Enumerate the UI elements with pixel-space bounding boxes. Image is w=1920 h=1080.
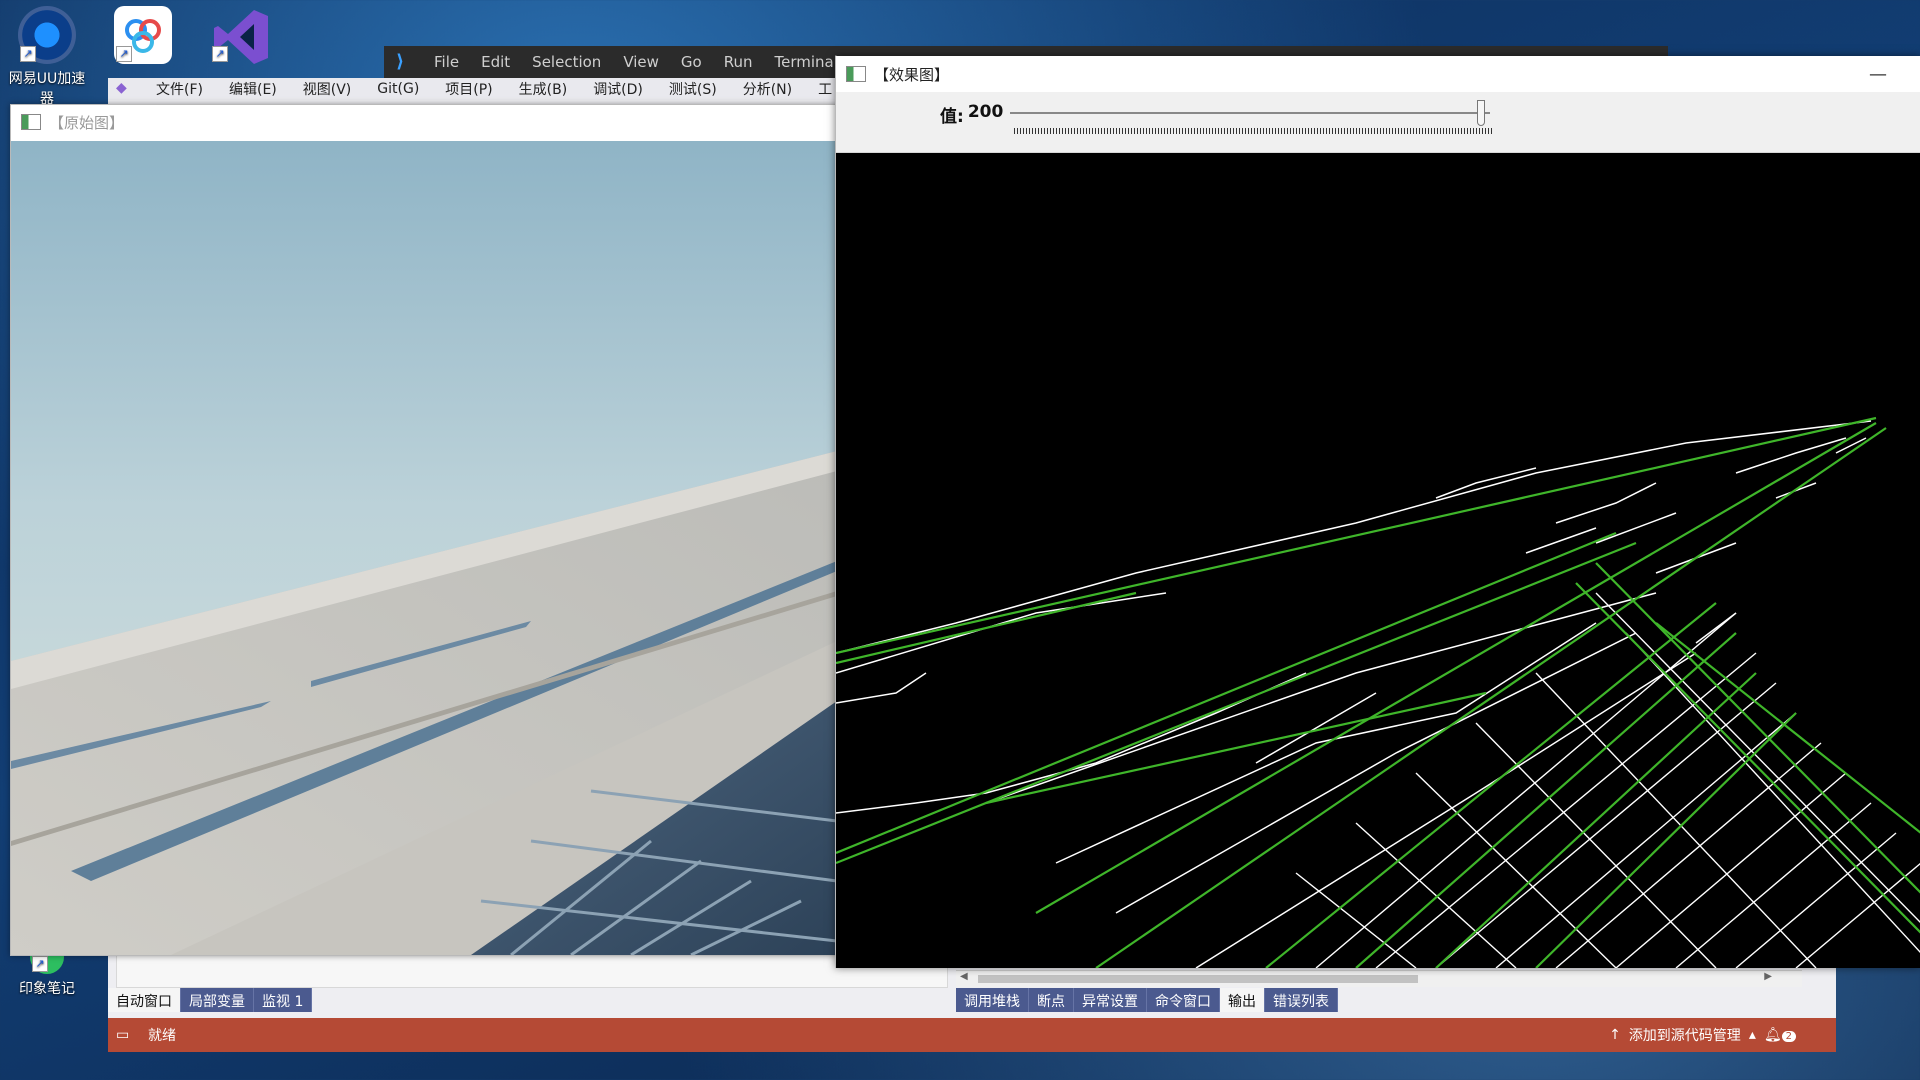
- uu-accelerator-icon: ↗: [18, 6, 76, 64]
- trackbar-thumb[interactable]: [1477, 100, 1485, 126]
- hough-lines: [836, 416, 1920, 968]
- scroll-left-icon[interactable]: ◀: [960, 971, 968, 982]
- trackbar-value: 200: [967, 102, 1004, 122]
- vs-menu-edit[interactable]: 编辑(E): [229, 79, 277, 99]
- baidu-netdisk-icon: ↗: [114, 6, 172, 64]
- tab-exception-settings[interactable]: 异常设置: [1074, 988, 1147, 1012]
- debug-tabs-right: 调用堆栈 断点 异常设置 命令窗口 输出 错误列表: [956, 988, 1338, 1012]
- vscode-menu-view[interactable]: View: [623, 53, 659, 71]
- trackbar-track[interactable]: [1010, 112, 1490, 114]
- window-title: 【原始图】: [49, 113, 125, 132]
- vscode-menu-file[interactable]: File: [434, 53, 459, 71]
- horizontal-scrollbar[interactable]: ◀ ▶: [956, 970, 1802, 987]
- original-image-window[interactable]: 【原始图】: [10, 104, 838, 956]
- desktop-icon-visual-studio[interactable]: ↗: [200, 6, 278, 68]
- tab-command-window[interactable]: 命令窗口: [1147, 988, 1220, 1012]
- upload-arrow-icon: ↑: [1609, 1027, 1621, 1043]
- effect-image: [836, 153, 1920, 968]
- visual-studio-icon: ↗: [210, 6, 268, 64]
- original-image: [11, 141, 837, 955]
- shortcut-arrow-icon: ↗: [212, 46, 228, 62]
- shortcut-arrow-icon: ↗: [32, 956, 48, 972]
- vs-menu-file[interactable]: 文件(F): [156, 79, 203, 99]
- building-photo: [11, 451, 837, 955]
- vs-menu-tools[interactable]: 工: [818, 79, 832, 99]
- window-title: 【效果图】: [874, 65, 950, 84]
- vs-menu-test[interactable]: 测试(S): [669, 79, 717, 99]
- add-to-source-control-button[interactable]: 添加到源代码管理: [1629, 1025, 1741, 1045]
- tab-autos[interactable]: 自动窗口: [108, 988, 181, 1012]
- vs-menu-git[interactable]: Git(G): [377, 81, 419, 97]
- shortcut-arrow-icon: ↗: [116, 46, 132, 62]
- trackbar-label: 值: 200: [940, 102, 1003, 127]
- window-titlebar[interactable]: 【效果图】 —: [836, 56, 1920, 92]
- tab-watch-1[interactable]: 监视 1: [254, 988, 313, 1012]
- status-ready-text: 就绪: [148, 1028, 176, 1044]
- caret-up-icon[interactable]: ▴: [1749, 1027, 1756, 1043]
- desktop-icon-label: 印象笔记: [19, 981, 75, 997]
- vs-menu-build[interactable]: 生成(B): [519, 79, 568, 99]
- vs-menu-debug[interactable]: 调试(D): [593, 79, 643, 99]
- scrollbar-thumb[interactable]: [978, 975, 1418, 983]
- window-app-icon: [21, 114, 41, 130]
- status-bar: ▭ 就绪 ↑ 添加到源代码管理 ▴ 🔔︎ 2: [108, 1018, 1836, 1052]
- hough-lines-render: [836, 416, 1920, 968]
- desktop-icon-label: 网易UU加速器: [8, 71, 86, 107]
- desktop-icon-baidu[interactable]: ↗: [104, 6, 182, 68]
- vs-menu-view[interactable]: 视图(V): [303, 79, 352, 99]
- trackbar-label-text: 值:: [940, 107, 964, 127]
- notification-bell-icon[interactable]: 🔔︎ 2: [1764, 1027, 1796, 1043]
- debug-tabs-left: 自动窗口 局部变量 监视 1: [108, 988, 313, 1012]
- shortcut-arrow-icon: ↗: [20, 46, 36, 62]
- window-app-icon: [846, 66, 866, 82]
- vs-menu-analyze[interactable]: 分析(N): [743, 79, 792, 99]
- vscode-menu-run[interactable]: Run: [724, 53, 753, 71]
- vscode-logo-icon: ⟩: [396, 51, 405, 72]
- vscode-menu-go[interactable]: Go: [681, 53, 702, 71]
- desktop-icon-uu[interactable]: ↗ 网易UU加速器: [8, 6, 86, 108]
- trackbar-panel: 值: 200: [836, 92, 1920, 153]
- vscode-menu-terminal[interactable]: Terminal: [775, 53, 838, 71]
- notification-count: 2: [1781, 1031, 1796, 1042]
- vscode-menu-selection[interactable]: Selection: [532, 53, 601, 71]
- status-ready-icon: ▭: [116, 1027, 130, 1043]
- tab-call-stack[interactable]: 调用堆栈: [956, 988, 1029, 1012]
- minimize-button[interactable]: —: [1869, 64, 1887, 85]
- tab-breakpoints[interactable]: 断点: [1029, 988, 1074, 1012]
- vscode-menu-edit[interactable]: Edit: [481, 53, 510, 71]
- vs-logo-icon: ◆: [116, 80, 127, 96]
- tab-error-list[interactable]: 错误列表: [1265, 988, 1338, 1012]
- scroll-right-icon[interactable]: ▶: [1764, 971, 1772, 982]
- trackbar-ticks: [1014, 128, 1492, 134]
- window-titlebar[interactable]: 【原始图】: [11, 105, 837, 139]
- effect-image-window[interactable]: 【效果图】 — 值: 200: [835, 56, 1920, 968]
- building-grid-edges: [1295, 592, 1920, 968]
- tab-locals[interactable]: 局部变量: [181, 988, 254, 1012]
- vs-menu-project[interactable]: 项目(P): [445, 79, 492, 99]
- edge-lines: [836, 420, 1872, 968]
- tab-output[interactable]: 输出: [1220, 988, 1265, 1012]
